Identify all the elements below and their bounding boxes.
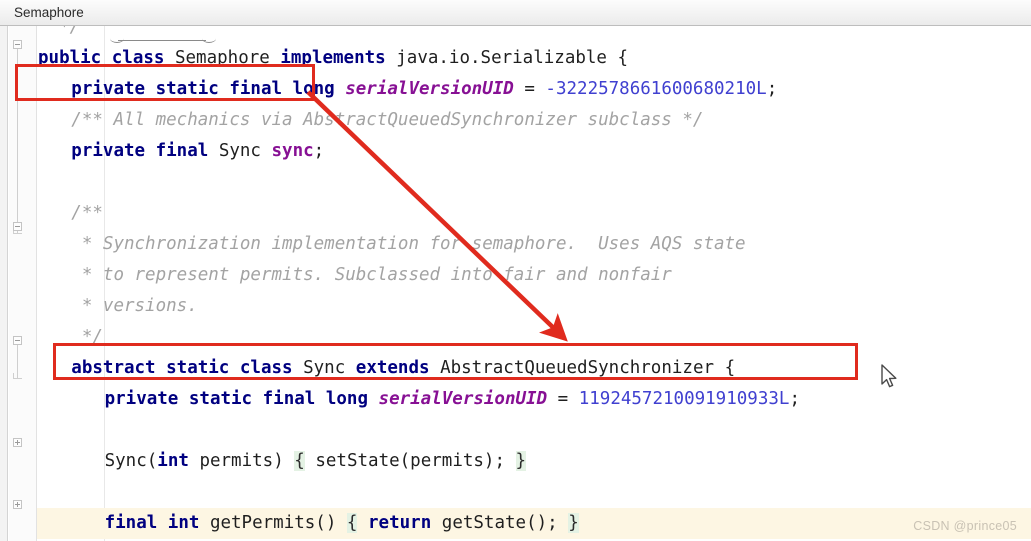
fold-marker-expand-1[interactable] <box>13 438 22 447</box>
code-token-kw: int <box>157 451 199 471</box>
editor-gutter[interactable] <box>9 26 37 541</box>
code-line[interactable]: private static final long serialVersionU… <box>105 384 800 415</box>
code-token-kw: return <box>368 513 442 533</box>
code-token-cmt: * to represent permits. Subclassed into … <box>71 265 672 285</box>
screenshot-root: Semaphore */ public class Semaphore impl… <box>0 0 1031 541</box>
code-token-fld: sync <box>272 141 314 161</box>
code-token-kw: private static final long <box>105 389 379 409</box>
code-token-num: 1192457210091910933L <box>579 389 790 409</box>
code-line[interactable]: * to represent permits. Subclassed into … <box>71 260 672 291</box>
code-token-plain: = <box>547 389 579 409</box>
code-line[interactable]: Sync(int permits) { setState(permits); } <box>105 446 526 477</box>
code-token-plain: Sync( <box>105 451 158 471</box>
code-line[interactable]: final int getPermits() { return getState… <box>105 508 579 539</box>
code-token-plain: = <box>514 79 546 99</box>
fold-marker-collapse-1[interactable] <box>13 40 22 49</box>
code-line[interactable]: /** <box>71 198 103 229</box>
code-token-cmt: /** <box>71 203 103 223</box>
fold-marker-expand-2[interactable] <box>13 500 22 509</box>
code-token-cmt: /** All mechanics via AbstractQueuedSync… <box>71 110 703 130</box>
tab-semaphore[interactable]: Semaphore <box>10 0 94 25</box>
code-token-stat: serialVersionUID <box>379 389 548 409</box>
annotation-box-sync-declaration <box>53 343 858 380</box>
code-token-cmt: * versions. <box>71 296 197 316</box>
code-token-plain: ; <box>767 79 778 99</box>
code-token-plain: setState(permits); <box>305 451 516 471</box>
code-editor[interactable]: */ public class Semaphore implements jav… <box>0 26 1031 541</box>
code-text[interactable]: */ public class Semaphore implements jav… <box>38 26 1031 541</box>
gutter-divider <box>36 26 37 541</box>
annotation-box-class-declaration <box>15 64 315 101</box>
fold-region-end-2 <box>13 373 22 379</box>
code-line[interactable]: /** All mechanics via AbstractQueuedSync… <box>71 105 703 136</box>
watermark-csdn: CSDN @prince05 <box>913 519 1017 533</box>
fold-marker-collapse-3[interactable] <box>13 336 22 345</box>
code-token-stat: serialVersionUID <box>345 79 514 99</box>
code-token-plain: java.io.Serializable { <box>396 48 628 68</box>
code-token-plain: getState(); <box>442 513 568 533</box>
code-token-plain: Sync <box>219 141 272 161</box>
code-token-kw: private final <box>71 141 219 161</box>
code-token-plain <box>357 513 368 533</box>
code-token-plain: ; <box>789 389 800 409</box>
code-token-plain: permits) <box>199 451 294 471</box>
code-token-plain: ; <box>314 141 325 161</box>
fold-marker-collapse-2[interactable] <box>13 222 22 231</box>
code-token-plain: getPermits() <box>210 513 347 533</box>
code-token-brace: { <box>294 451 305 471</box>
code-line[interactable]: * Synchronization implementation for sem… <box>71 229 745 260</box>
code-token-brace: } <box>516 451 527 471</box>
code-token-kw: final int <box>105 513 210 533</box>
code-line[interactable]: * versions. <box>71 291 197 322</box>
code-token-brace: { <box>347 513 358 533</box>
editor-left-strip <box>0 26 8 541</box>
code-token-num: -3222578661600680210L <box>545 79 766 99</box>
code-token-cmt: * Synchronization implementation for sem… <box>71 234 745 254</box>
editor-tab-bar: Semaphore <box>0 0 1031 26</box>
code-token-brace: } <box>568 513 579 533</box>
code-line[interactable]: private final Sync sync; <box>71 136 324 167</box>
clipped-code-line: */ <box>38 26 80 43</box>
